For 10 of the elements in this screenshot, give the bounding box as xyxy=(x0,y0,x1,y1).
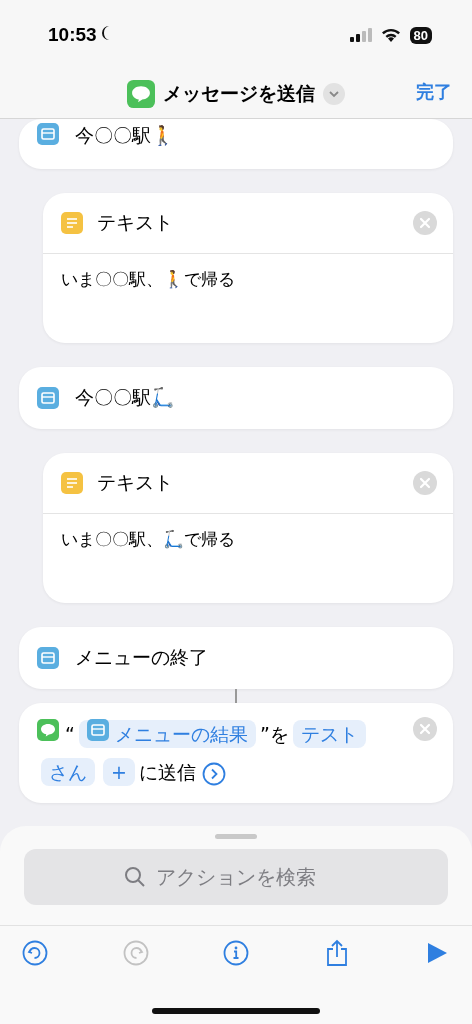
quote-text: ”を xyxy=(259,723,289,745)
status-time: 10:53 xyxy=(48,24,114,46)
send-label: に送信 xyxy=(138,761,196,783)
action-title: テキスト xyxy=(97,470,173,495)
menu-label: 今〇〇駅🚶 xyxy=(75,123,175,148)
menu-label: 今〇〇駅🛴 xyxy=(75,385,175,410)
quote-mark: “ xyxy=(65,723,75,745)
battery-level: 80 xyxy=(409,26,432,44)
menu-label: メニューの終了 xyxy=(75,645,208,670)
action-title: テキスト xyxy=(97,210,173,235)
